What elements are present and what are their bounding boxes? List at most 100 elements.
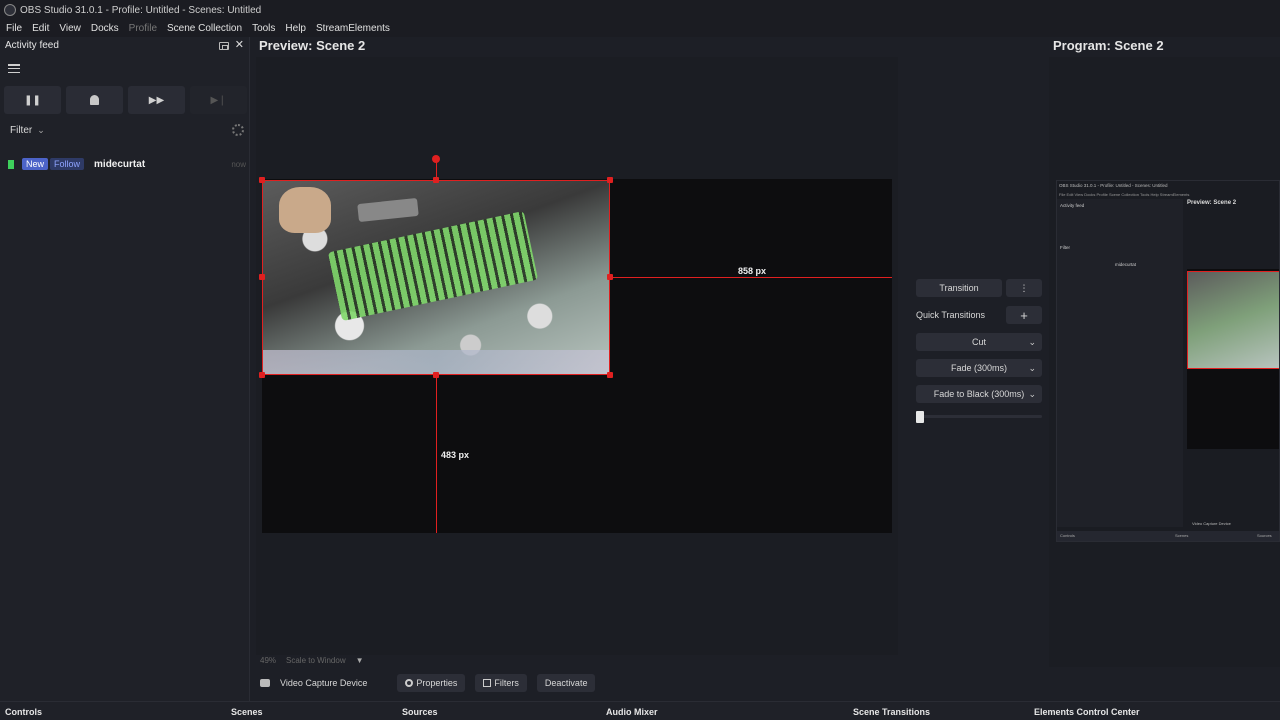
deactivate-label: Deactivate (544, 678, 588, 688)
quick-transition-label: Cut (971, 337, 986, 347)
menu-view[interactable]: View (59, 23, 81, 34)
filter-icon (483, 679, 492, 687)
dock-tab-label: Sources (402, 706, 438, 717)
mini-menu: File Edit View Docks Profile Scene Colle… (1059, 192, 1190, 197)
distance-guide-right (610, 277, 892, 278)
distance-guide-bottom (436, 375, 437, 533)
mini-dock-controls: Controls (1060, 533, 1075, 538)
dock-tab-scenes[interactable]: Scenes (231, 702, 263, 720)
pause-button[interactable]: ❚❚ (4, 86, 61, 114)
menu-tools[interactable]: Tools (252, 23, 275, 34)
program-output-thumbnail: OBS Studio 31.0.1 - Profile: Untitled - … (1056, 180, 1280, 542)
feed-timestamp: now (231, 159, 246, 169)
dock-tab-sources[interactable]: Sources (402, 702, 438, 720)
follow-badge: Follow (50, 158, 85, 170)
dock-tab-elements-control-center[interactable]: Elements Control Center (1034, 702, 1140, 720)
bell-icon (90, 95, 99, 105)
menu-file[interactable]: File (6, 23, 22, 34)
follow-marker-icon (8, 159, 14, 169)
activity-feed-dock: Activity feed ✕ ❚❚ ▶▶ ▶❘ Filter ⌄ (0, 37, 250, 701)
rotation-handle-stem (436, 162, 437, 180)
resize-handle-bottom-left[interactable] (259, 372, 265, 378)
activity-feed-title: Activity feed (5, 40, 59, 51)
menu-bar: File Edit View Docks Profile Scene Colle… (0, 20, 1280, 37)
mini-dock-bar: Controls Scenes Sources (1057, 531, 1279, 541)
chevron-down-icon[interactable]: ⌄ (1028, 337, 1036, 348)
dock-tab-audio-mixer[interactable]: Audio Mixer (606, 702, 658, 720)
add-quick-transition-button[interactable]: + (1006, 306, 1042, 324)
undock-icon[interactable] (218, 41, 229, 50)
skip-end-button[interactable]: ▶❘ (190, 86, 247, 114)
obs-logo-icon (4, 4, 16, 16)
more-vertical-icon: ⋮ (1019, 282, 1029, 293)
quick-transition-cut[interactable]: Cut ⌄ (916, 333, 1042, 351)
filter-label: Filter (10, 124, 33, 136)
zoom-percent: 49% (260, 656, 277, 665)
zoom-controls[interactable]: 49% Scale to Window ▼ (260, 656, 364, 665)
source-toolbar: Video Capture Device Properties Filters … (256, 673, 1036, 693)
filters-button[interactable]: Filters (475, 674, 527, 692)
mini-source-name: Video Capture Device (1192, 521, 1231, 526)
mini-feed-user: midecurtat (1115, 262, 1137, 267)
feed-playback-controls: ❚❚ ▶▶ ▶❘ (4, 86, 247, 114)
source-name: Video Capture Device (280, 678, 368, 688)
filter-row: Filter ⌄ (10, 124, 244, 136)
chevron-down-icon[interactable]: ⌄ (1028, 389, 1036, 400)
preview-label: Preview: Scene 2 (259, 38, 366, 53)
dock-tab-label: Controls (5, 706, 42, 717)
bottom-dock-bar: Controls Scenes Sources Audio Mixer Scen… (0, 701, 1280, 720)
menu-streamelements[interactable]: StreamElements (316, 23, 390, 34)
window-title: OBS Studio 31.0.1 - Profile: Untitled - … (20, 4, 262, 16)
quick-transition-fade[interactable]: Fade (300ms) ⌄ (916, 359, 1042, 377)
fast-forward-icon: ▶▶ (148, 94, 165, 106)
program-label: Program: Scene 2 (1053, 38, 1164, 53)
dock-tab-label: Scene Transitions (853, 706, 931, 717)
resize-handle-top-left[interactable] (259, 177, 265, 183)
gear-icon (405, 679, 414, 687)
gear-icon[interactable] (232, 124, 244, 136)
tbar-slider[interactable] (916, 411, 1042, 423)
menu-edit[interactable]: Edit (32, 23, 49, 34)
menu-hamburger-icon[interactable] (8, 64, 20, 73)
transition-panel: Transition ⋮ Quick Transitions + Cut ⌄ F… (916, 279, 1042, 423)
pause-icon: ❚❚ (24, 94, 41, 106)
deactivate-button[interactable]: Deactivate (536, 674, 596, 692)
title-bar: OBS Studio 31.0.1 - Profile: Untitled - … (0, 0, 1280, 20)
chevron-down-icon[interactable]: ⌄ (1028, 363, 1036, 374)
properties-button[interactable]: Properties (397, 674, 466, 692)
new-badge: New (22, 158, 49, 170)
filters-label: Filters (494, 678, 519, 688)
mini-filter: Filter (1060, 245, 1070, 250)
menu-profile[interactable]: Profile (129, 23, 157, 34)
transition-options-button[interactable]: ⋮ (1006, 279, 1042, 297)
mini-preview-label: Preview: Scene 2 (1187, 200, 1237, 206)
rotation-handle[interactable] (432, 155, 440, 163)
mini-dock-scenes: Scenes (1175, 533, 1189, 538)
distance-label-right: 858 px (738, 266, 767, 276)
resize-handle-top-right[interactable] (607, 177, 613, 183)
list-item[interactable]: New Follow midecurtat now (8, 157, 246, 171)
properties-label: Properties (416, 678, 458, 688)
resize-handle-bottom-right[interactable] (607, 372, 613, 378)
menu-docks[interactable]: Docks (91, 23, 119, 34)
dock-tab-scene-transitions[interactable]: Scene Transitions (853, 702, 930, 720)
alert-button[interactable] (66, 86, 123, 114)
selected-source-video-capture[interactable] (262, 180, 610, 375)
quick-transition-fade-black[interactable]: Fade to Black (300ms) ⌄ (916, 385, 1042, 403)
dock-tab-label: Elements Control Center (1034, 706, 1140, 717)
mini-source (1187, 271, 1279, 369)
quick-transitions-label: Quick Transitions (916, 310, 986, 320)
skip-button[interactable]: ▶▶ (128, 86, 185, 114)
filter-dropdown[interactable]: Filter ⌄ (10, 125, 45, 136)
dock-tab-controls[interactable]: Controls (5, 702, 42, 720)
close-icon[interactable]: ✕ (235, 40, 244, 51)
transition-button[interactable]: Transition (916, 279, 1002, 297)
tbar-thumb[interactable] (916, 411, 924, 423)
mini-dock: Activity feed Filter midecurtat (1057, 199, 1183, 527)
mini-dock-title: Activity feed (1060, 203, 1085, 208)
resize-handle-left[interactable] (259, 274, 265, 280)
tbar-track (916, 415, 1042, 418)
menu-help[interactable]: Help (285, 23, 306, 34)
activity-feed-header: Activity feed ✕ (0, 37, 249, 54)
menu-scene-collection[interactable]: Scene Collection (167, 23, 242, 34)
